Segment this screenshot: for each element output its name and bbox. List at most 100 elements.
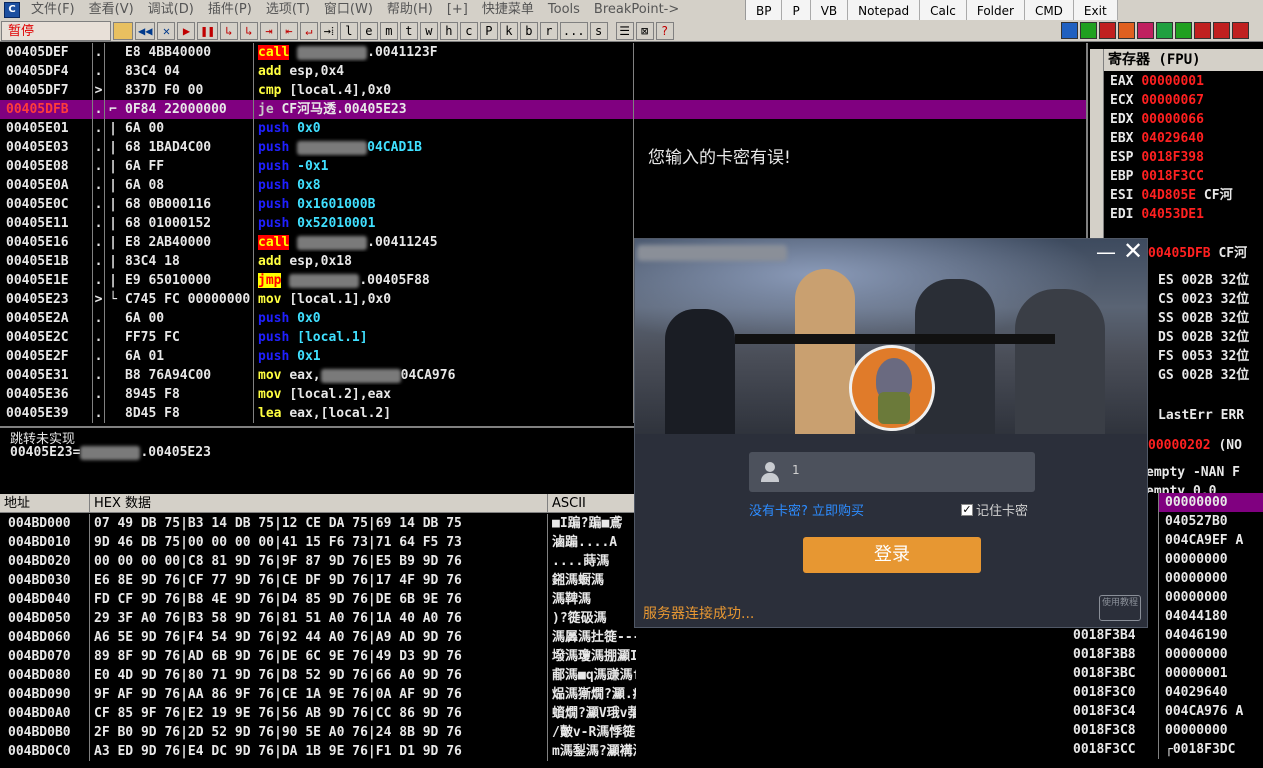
dump-col-address[interactable]: 地址 [0, 494, 90, 512]
segment-register[interactable]: DS 002B 32位 [1158, 328, 1249, 347]
menu-file[interactable]: 文件(F) [24, 0, 82, 20]
disasm-row[interactable]: 00405E01. | 6A 00 push 0x0 [0, 119, 1086, 138]
dump-pane[interactable]: 004BD000 07 49 DB 75|B3 14 DB 75|12 CE DA… [0, 514, 636, 768]
trace-over-button[interactable]: ⇤ [279, 21, 298, 40]
register-row[interactable]: ECX 00000067 [1110, 92, 1204, 110]
stack-row[interactable]: 0018F3C4 004CA976 A [1063, 702, 1243, 721]
registers-header[interactable]: 寄存器 (FPU) [1104, 49, 1263, 71]
dump-row[interactable]: 004BD060 A6 5E 9D 76|F4 54 9D 76|92 44 A0… [0, 628, 636, 647]
plugin-calc-button[interactable]: Calc [920, 0, 967, 22]
plugin-icon-6[interactable] [1156, 22, 1173, 39]
stack-row[interactable]: 0018F3CC ┌0018F3DC [1063, 740, 1235, 759]
windows-button[interactable]: w [419, 21, 438, 40]
memory-map-button[interactable]: m [379, 21, 398, 40]
checkbox-icon[interactable]: ✓ [961, 503, 973, 516]
dump-row[interactable]: 004BD030 E6 8E 9D 76|CF 77 9D 76|CE DF 9D… [0, 571, 636, 590]
dump-col-ascii[interactable]: ASCII [548, 494, 636, 512]
executable-modules-button[interactable]: e [359, 21, 378, 40]
register-row[interactable]: EDI 04053DE1 [1110, 206, 1204, 224]
efl-register[interactable]: 00000202 (NO [1148, 437, 1242, 455]
menu-tools[interactable]: Tools [541, 0, 587, 20]
close-button[interactable]: ✕ [1122, 239, 1144, 263]
stack-row[interactable]: 0018F3C0 04029640 [1063, 683, 1228, 702]
plugin-icon-1[interactable] [1061, 22, 1078, 39]
segment-register[interactable]: CS 0023 32位 [1158, 290, 1249, 309]
dump-row[interactable]: 004BD010 9D 46 DB 75|00 00 00 00|41 15 F6… [0, 533, 636, 552]
buy-card-link[interactable]: 没有卡密? 立即购买 [749, 500, 864, 519]
register-row[interactable]: ESI 04D805E CF河 [1110, 187, 1233, 205]
register-row[interactable]: EAX 00000001 [1110, 73, 1204, 91]
handles-button[interactable]: h [439, 21, 458, 40]
dump-row[interactable]: 004BD090 9F AF 9D 76|AA 86 9F 76|CE 1A 9E… [0, 685, 636, 704]
disasm-row[interactable]: 00405DEF. E8 4BB40000 call .0041123F [0, 43, 1086, 62]
plugin-exit-button[interactable]: Exit [1073, 0, 1118, 22]
patches-button[interactable]: P [479, 21, 498, 40]
close-process-button[interactable]: ✕ [157, 21, 176, 40]
plugin-p-button[interactable]: P [782, 0, 811, 22]
log-button[interactable]: l [339, 21, 358, 40]
plugin-icon-7[interactable] [1175, 22, 1192, 39]
disasm-row[interactable]: 00405E0A. | 6A 08 push 0x8 [0, 176, 1086, 195]
plugin-vb-button[interactable]: VB [810, 0, 849, 22]
dump-col-hex[interactable]: HEX 数据 [90, 494, 548, 512]
plugin-icon-8[interactable] [1194, 22, 1211, 39]
pause-button[interactable]: ❚❚ [197, 21, 218, 40]
tutorial-button[interactable]: 使用教程 [1099, 595, 1141, 621]
stack-row[interactable]: 0018F3BC 00000001 [1063, 664, 1228, 683]
stack-row[interactable]: 0018F3B4 04046190 [1063, 626, 1228, 645]
dump-row[interactable]: 004BD020 00 00 00 00|C8 81 9D 76|9F 87 9D… [0, 552, 636, 571]
references-button[interactable]: r [539, 21, 558, 40]
segment-register[interactable]: SS 002B 32位 [1158, 309, 1249, 328]
source-button[interactable]: s [589, 21, 608, 40]
cpu-button[interactable]: c [459, 21, 478, 40]
disasm-row[interactable]: 00405DF4. 83C4 04 add esp,0x4 [0, 62, 1086, 81]
run-button[interactable]: ▶ [177, 21, 196, 40]
breakpoints-button[interactable]: b [519, 21, 538, 40]
plugin-bp-button[interactable]: BP [746, 0, 783, 22]
goto-button[interactable]: →⁞ [319, 21, 338, 40]
plugin-notepad-button[interactable]: Notepad [848, 0, 921, 22]
disasm-row[interactable]: 00405E03. | 68 1BAD4C00 push 04CAD1B [0, 138, 1086, 157]
threads-button[interactable]: t [399, 21, 418, 40]
menu-plugins[interactable]: 插件(P) [201, 0, 259, 20]
restart-button[interactable]: ◀◀ [135, 21, 156, 40]
open-icon[interactable] [113, 21, 133, 40]
run-trace-button[interactable]: ... [559, 21, 588, 40]
fpu-register[interactable]: empty 0.0 [1146, 482, 1216, 493]
menu-help[interactable]: 帮助(H) [380, 0, 440, 20]
plugin-icon-5[interactable] [1137, 22, 1154, 39]
trace-into-button[interactable]: ⇥ [259, 21, 278, 40]
disasm-row[interactable]: 00405DFB. ⌐ 0F84 22000000 je CF河马透.00405E23 [0, 100, 1086, 119]
plugin-icon-4[interactable] [1118, 22, 1135, 39]
plugin-folder-button[interactable]: Folder [966, 0, 1025, 22]
menu-window[interactable]: 窗口(W) [317, 0, 380, 20]
fpu-register[interactable]: empty -NAN F [1146, 463, 1240, 482]
disasm-row[interactable]: 00405E11. | 68 01000152 push 0x52010001 [0, 214, 1086, 233]
segment-register[interactable]: FS 0053 32位 [1158, 347, 1249, 366]
plugin-cmd-button[interactable]: CMD [1024, 0, 1074, 22]
menu-options[interactable]: 选项(T) [259, 0, 317, 20]
register-row[interactable]: EBP 0018F3CC [1110, 168, 1204, 186]
remember-card-checkbox[interactable]: ✓ 记住卡密 [961, 500, 1028, 519]
disasm-row[interactable]: 00405E08. | 6A FF push -0x1 [0, 157, 1086, 176]
dump-row[interactable]: 004BD000 07 49 DB 75|B3 14 DB 75|12 CE DA… [0, 514, 636, 533]
menu-view[interactable]: 查看(V) [82, 0, 141, 20]
step-into-button[interactable]: ↳ [219, 21, 238, 40]
help-button[interactable]: ? [655, 21, 674, 40]
card-key-input[interactable]: 1 [749, 452, 1035, 492]
execute-till-return-button[interactable]: ↵ [299, 21, 318, 40]
register-eip[interactable]: 00405DFB CF河 [1148, 245, 1247, 263]
dump-row[interactable]: 004BD0B0 2F B0 9D 76|2D 52 9D 76|90 5E A0… [0, 723, 636, 742]
dump-row[interactable]: 004BD080 E0 4D 9D 76|80 71 9D 76|D8 52 9D… [0, 666, 636, 685]
minimize-button[interactable]: — [1096, 242, 1116, 265]
dump-row[interactable]: 004BD050 29 3F A0 76|B3 58 9D 76|81 51 A0… [0, 609, 636, 628]
call-stack-button[interactable]: k [499, 21, 518, 40]
stack-row[interactable]: 0018F3B8 00000000 [1063, 645, 1228, 664]
register-row[interactable]: EDX 00000066 [1110, 111, 1204, 129]
disasm-row[interactable]: 00405E0C. | 68 0B000116 push 0x1601000B [0, 195, 1086, 214]
plugin-icon-10[interactable] [1232, 22, 1249, 39]
plugin-icon-3[interactable] [1099, 22, 1116, 39]
segment-register[interactable]: GS 002B 32位 [1158, 366, 1249, 385]
register-row[interactable]: EBX 04029640 [1110, 130, 1204, 148]
register-row[interactable]: ESP 0018F398 [1110, 149, 1204, 167]
